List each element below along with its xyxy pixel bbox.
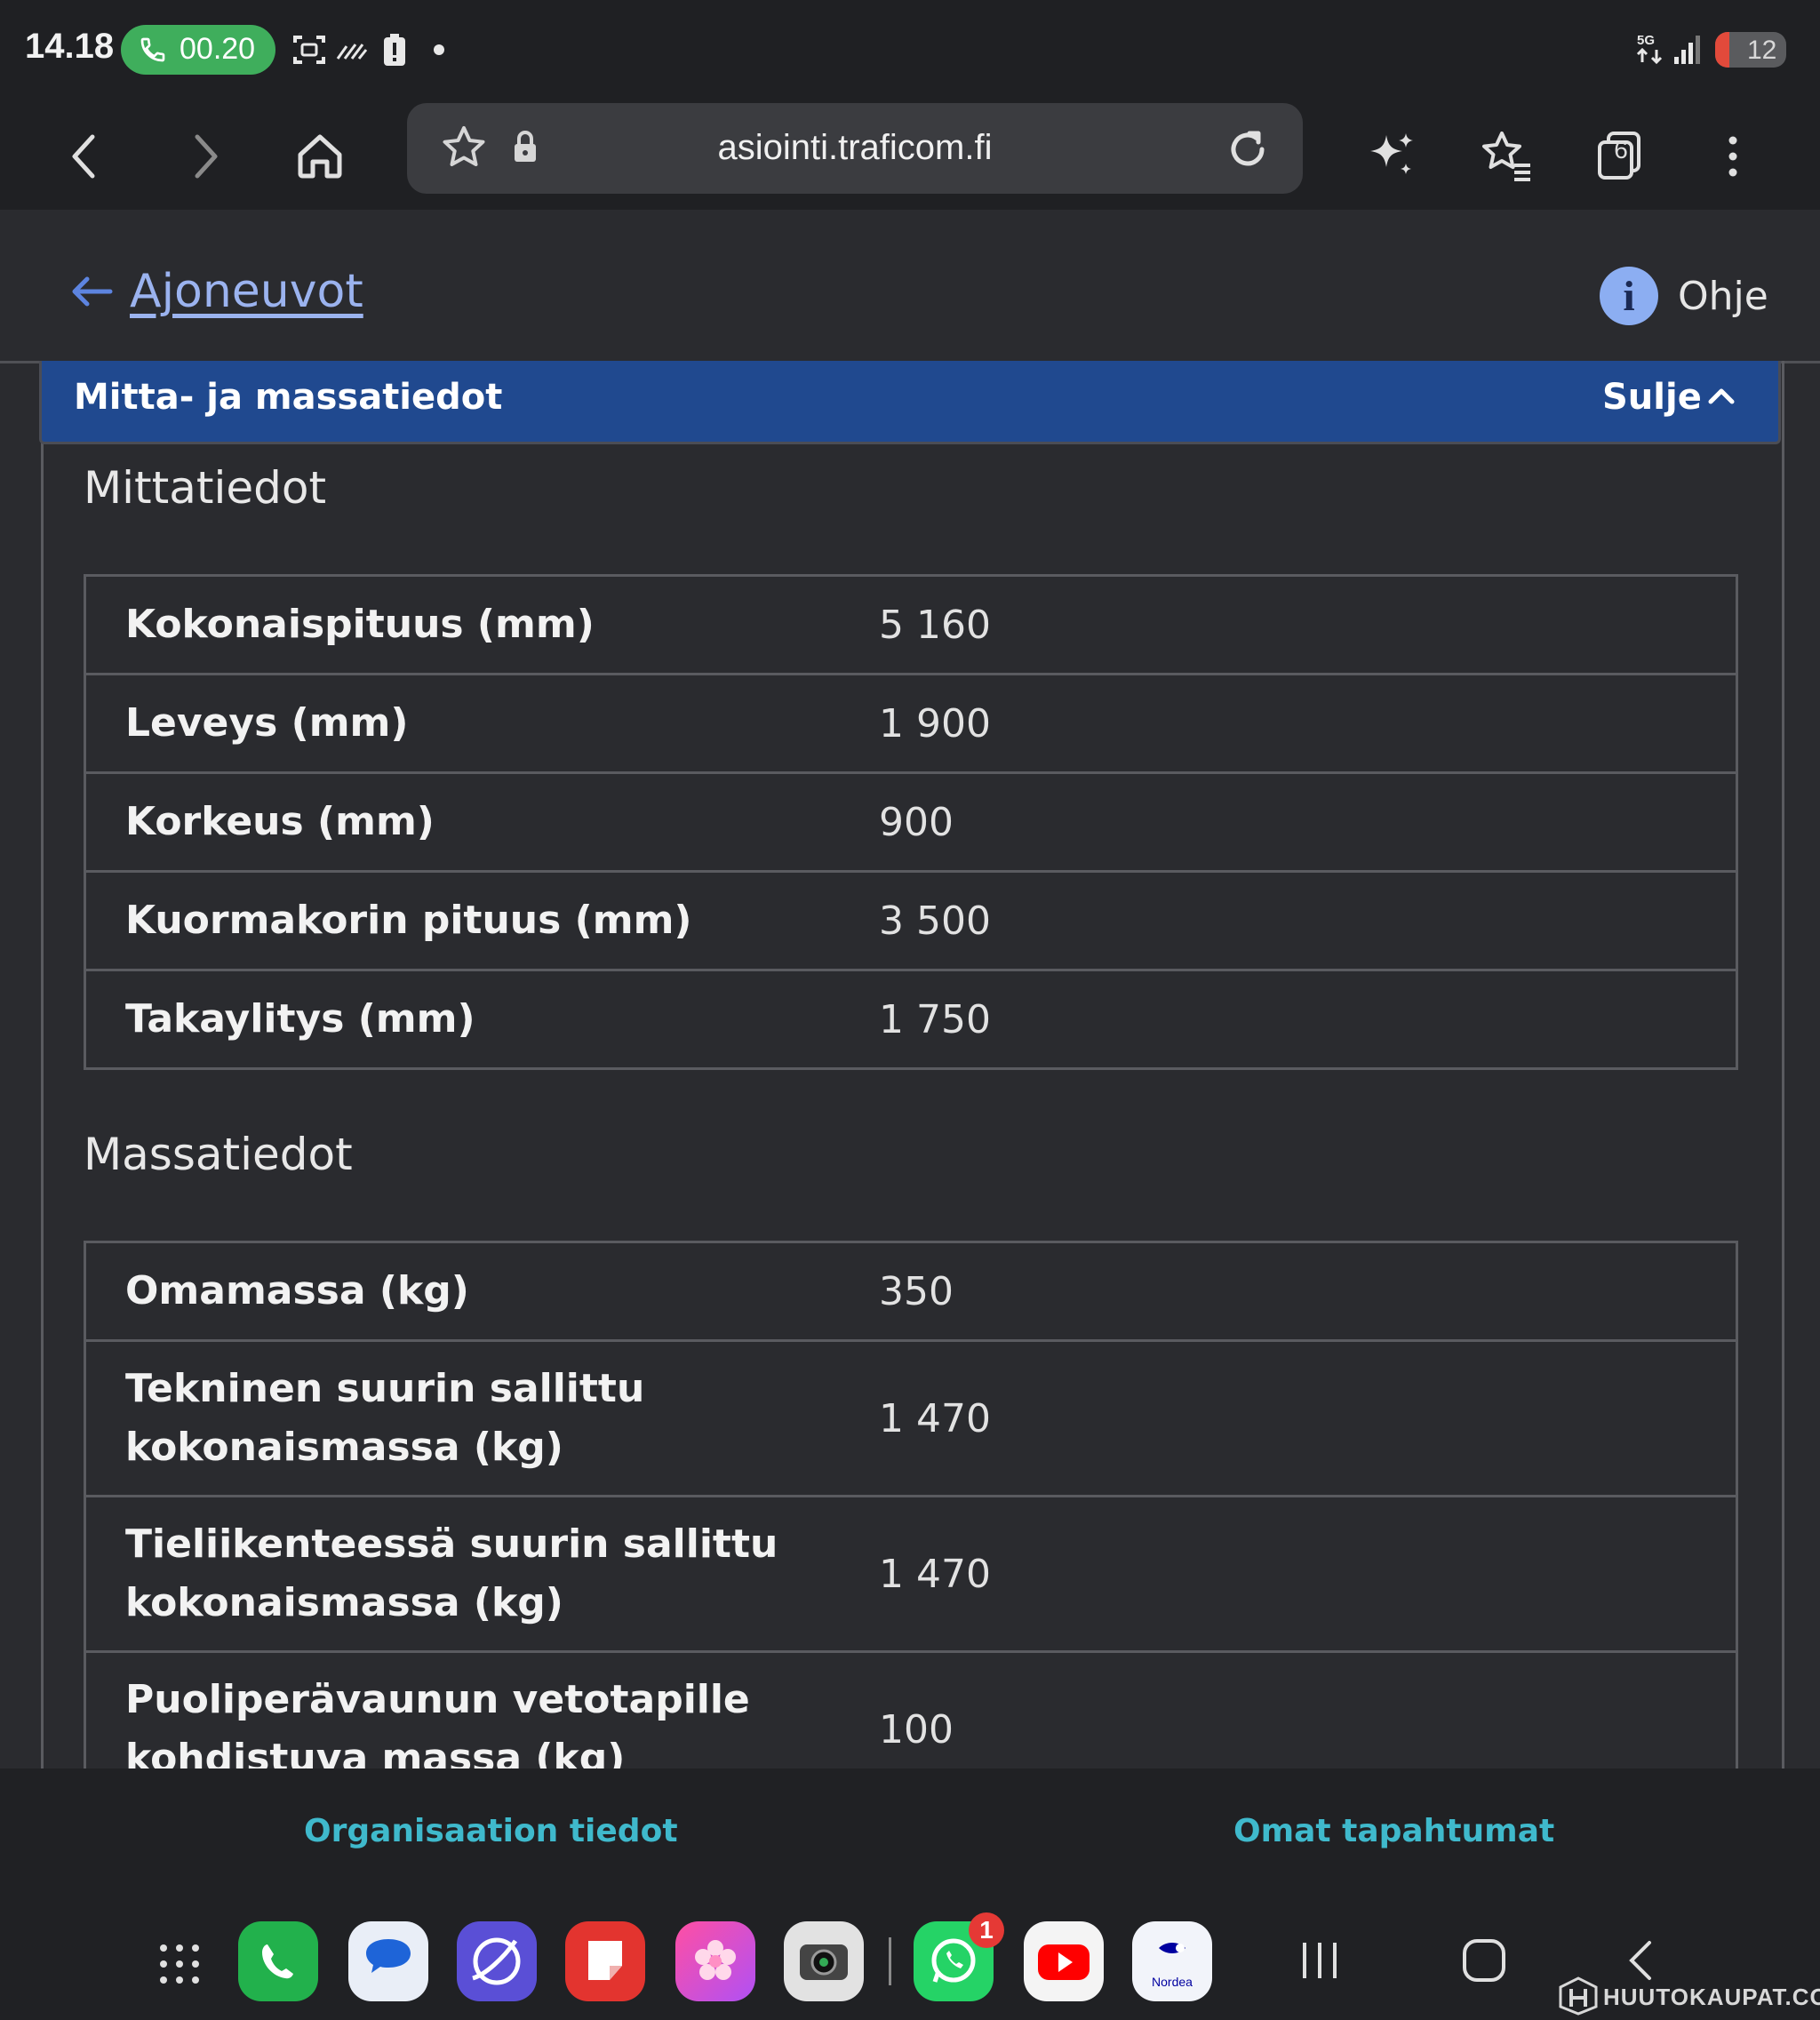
row-value: 5 160 <box>878 574 1738 675</box>
call-duration: 00.20 <box>180 32 256 66</box>
table-row: Tekninen suurin sallittu kokonaismassa (… <box>84 1339 1738 1497</box>
address-bar[interactable]: asiointi.traficom.fi <box>407 103 1303 194</box>
forward-icon[interactable] <box>169 121 240 192</box>
watermark-text: HUUTOKAUPAT.COM <box>1603 1984 1820 2010</box>
help-link[interactable]: Ohje <box>1678 274 1768 319</box>
screen-capture-icon <box>293 36 325 64</box>
table-row: Kuormakorin pituus (mm) 3 500 <box>84 870 1738 971</box>
table-row: Kokonaispituus (mm) 5 160 <box>84 574 1738 675</box>
phone-icon <box>140 37 165 62</box>
row-label: Kuormakorin pituus (mm) <box>84 870 878 971</box>
footer-link-organisation[interactable]: Organisaation tiedot <box>304 1813 678 1849</box>
dimensions-table: Kokonaispituus (mm) 5 160 Leveys (mm) 1 90… <box>84 574 1738 1070</box>
row-value: 900 <box>878 771 1738 873</box>
table-row: Tieliikenteessä suurin sallittu kokonais… <box>84 1495 1738 1653</box>
home-nav-icon[interactable] <box>1459 1936 1509 1985</box>
section-header[interactable]: Mitta- ja massatiedot Sulje <box>39 361 1781 444</box>
dimensions-heading: Mittatiedot <box>84 462 327 514</box>
battery-alert-icon <box>384 34 405 66</box>
table-row: Korkeus (mm) 900 <box>84 771 1738 873</box>
row-label: Takaylitys (mm) <box>84 969 878 1070</box>
svg-text:5G: 5G <box>1637 33 1655 48</box>
status-bar: 14.18 00.20 5G 12 <box>0 0 1820 100</box>
nordea-label: Nordea <box>1152 1975 1193 1989</box>
gallery-app-icon[interactable] <box>675 1921 755 2001</box>
notes-app-icon[interactable] <box>565 1921 645 2001</box>
row-value: 350 <box>878 1241 1738 1342</box>
watermark-logo-icon <box>1559 1976 1598 2016</box>
camera-app-icon[interactable] <box>784 1921 864 2001</box>
page-header: Ajoneuvot i Ohje <box>0 210 1820 363</box>
masses-table: Omamassa (kg) 350 Tekninen suurin sallitt… <box>84 1241 1738 1808</box>
site-footer-nav: Organisaation tiedot Omat tapahtumat <box>0 1768 1820 1902</box>
row-value: 1 470 <box>878 1339 1738 1497</box>
youtube-app-icon[interactable] <box>1024 1921 1104 2001</box>
cell-signal-icon <box>1674 36 1700 64</box>
messages-app-icon[interactable] <box>348 1921 428 2001</box>
browser-toolbar: asiointi.traficom.fi 6 <box>0 100 1820 210</box>
url-text: asiointi.traficom.fi <box>717 128 993 167</box>
masses-heading: Massatiedot <box>84 1129 353 1180</box>
nordea-app-icon[interactable]: Nordea <box>1132 1921 1212 2001</box>
row-label: Tekninen suurin sallittu kokonaismassa (… <box>84 1339 878 1497</box>
back-nav-icon[interactable] <box>1623 1937 1658 1984</box>
notification-dot <box>434 44 444 55</box>
row-label: Omamassa (kg) <box>84 1241 878 1342</box>
row-value: 1 750 <box>878 969 1738 1070</box>
table-row: Omamassa (kg) 350 <box>84 1241 1738 1342</box>
table-row: Takaylitys (mm) 1 750 <box>84 969 1738 1070</box>
5g-icon: 5G <box>1636 33 1663 65</box>
tab-count: 6 <box>1614 136 1628 164</box>
dock-separator <box>889 1937 891 1985</box>
app-drawer-icon[interactable] <box>156 1941 203 1987</box>
bookmarks-icon[interactable] <box>1470 121 1541 192</box>
recent-apps-icon[interactable] <box>1297 1936 1342 1985</box>
back-link-vehicles[interactable]: Ajoneuvot <box>130 265 363 318</box>
chevron-up-icon[interactable] <box>1704 379 1739 414</box>
ai-sparkle-icon[interactable] <box>1356 121 1427 192</box>
status-time: 14.18 <box>25 27 115 66</box>
footer-link-my-events[interactable]: Omat tapahtumat <box>1233 1813 1554 1849</box>
arrow-left-icon[interactable] <box>69 274 114 309</box>
collapse-button[interactable]: Sulje <box>1602 377 1702 418</box>
watermark: HUUTOKAUPAT.COM <box>1557 1976 1820 2016</box>
row-label: Korkeus (mm) <box>84 771 878 873</box>
info-icon[interactable]: i <box>1600 267 1658 325</box>
signal-weak-icon <box>336 44 368 60</box>
android-dock: 1 Nordea <box>0 1902 1820 2020</box>
row-value: 1 900 <box>878 673 1738 774</box>
table-row: Leveys (mm) 1 900 <box>84 673 1738 774</box>
section-title: Mitta- ja massatiedot <box>74 377 503 418</box>
back-icon[interactable] <box>50 121 121 192</box>
battery-level: 12 <box>1747 36 1777 65</box>
row-label: Tieliikenteessä suurin sallittu kokonais… <box>84 1495 878 1653</box>
row-label: Leveys (mm) <box>84 673 878 774</box>
whatsapp-badge: 1 <box>969 1912 1004 1948</box>
more-menu-icon[interactable] <box>1697 121 1768 192</box>
home-icon[interactable] <box>284 121 355 192</box>
reload-icon[interactable] <box>1221 123 1274 176</box>
ongoing-call-pill[interactable]: 00.20 <box>121 25 275 75</box>
battery-indicator: 12 <box>1715 32 1786 68</box>
row-value: 1 470 <box>878 1495 1738 1653</box>
row-label: Kokonaispituus (mm) <box>84 574 878 675</box>
internet-app-icon[interactable] <box>457 1921 537 2001</box>
row-value: 3 500 <box>878 870 1738 971</box>
phone-app-icon[interactable] <box>238 1921 318 2001</box>
